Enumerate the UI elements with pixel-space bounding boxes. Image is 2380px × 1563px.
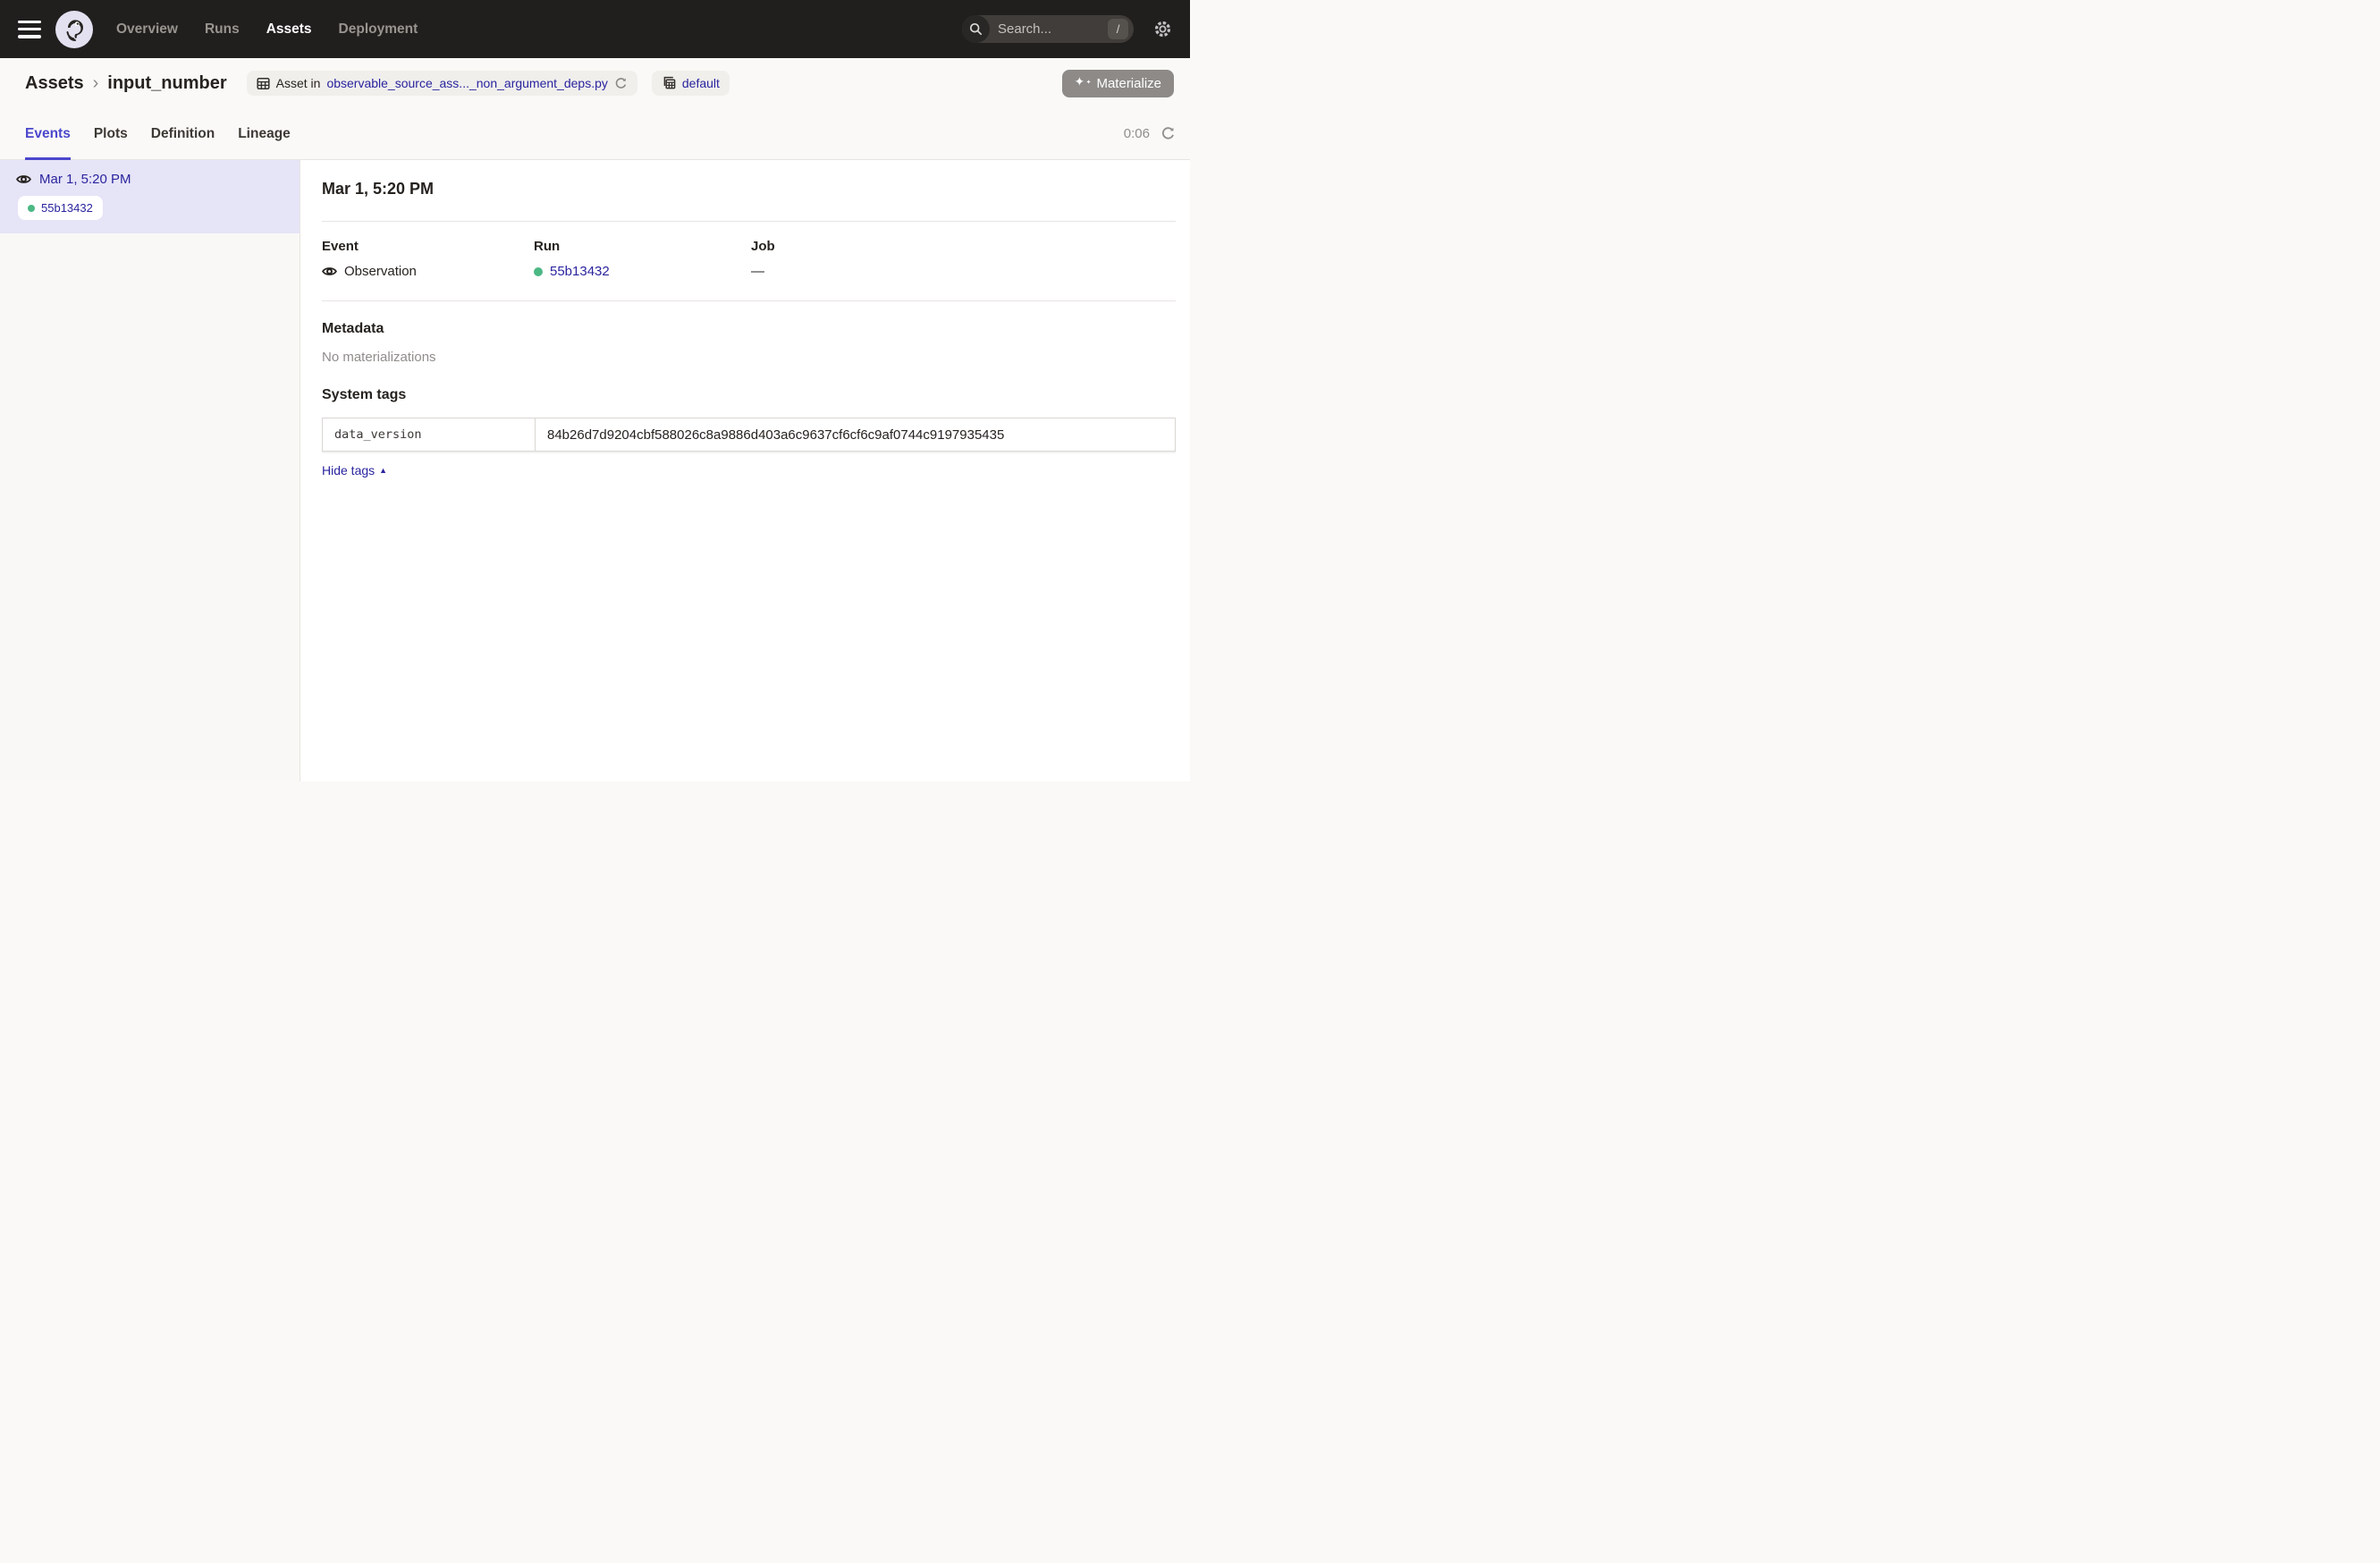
tab-plots[interactable]: Plots [94,108,128,159]
event-list-sidebar: Mar 1, 5:20 PM 55b13432 [0,160,300,782]
refresh-icon [614,77,628,90]
system-tags-table: data_version 84b26d7d9204cbf588026c8a988… [322,418,1176,452]
event-heading: Mar 1, 5:20 PM [322,178,1176,199]
refresh-events-button[interactable] [1160,126,1176,141]
slash-shortcut-key: / [1108,19,1128,39]
observation-eye-icon [16,172,31,187]
chevron-up-icon: ▲ [379,466,387,475]
menu-icon[interactable] [18,21,41,38]
refresh-icon [1160,126,1176,141]
tag-key-cell: data_version [323,418,536,452]
dagster-logo[interactable] [55,11,93,48]
breadcrumb-separator: › [93,73,99,94]
settings-button[interactable] [1153,20,1172,38]
top-nav: Overview Runs Assets Deployment Search..… [0,0,1190,58]
run-status-dot [534,267,543,276]
tab-definition[interactable]: Definition [151,108,215,159]
table-row: data_version 84b26d7d9204cbf588026c8a988… [323,418,1176,452]
event-type-value: Observation [344,264,417,279]
octopus-icon [59,14,89,45]
code-location-badge: default [652,71,730,96]
job-value: — [751,264,764,279]
tag-value-cell: 84b26d7d9204cbf588026c8a9886d403a6c9637c… [536,418,1176,452]
run-status-dot [28,205,35,212]
code-location-icon [662,76,676,90]
breadcrumb-assets-link[interactable]: Assets [25,73,84,94]
reload-definition-button[interactable] [614,77,628,90]
nav-right: Search... / [962,15,1172,43]
code-location-link[interactable]: default [682,76,720,90]
hide-tags-label: Hide tags [322,463,375,477]
run-id-link[interactable]: 55b13432 [550,264,610,279]
tabs-row: Events Plots Definition Lineage 0:06 [0,108,1190,160]
breadcrumb-row: Assets › input_number Asset in observabl… [0,58,1190,108]
materialize-label: Materialize [1096,76,1161,91]
run-column-header: Run [534,238,751,256]
asset-in-label: Asset in [276,76,321,90]
refresh-countdown: 0:06 [1124,126,1150,141]
search-icon [962,15,990,43]
run-id-chip[interactable]: 55b13432 [18,196,103,220]
asset-file-link[interactable]: observable_source_ass..._non_argument_de… [326,76,607,90]
tab-events[interactable]: Events [25,108,71,159]
materialize-button[interactable]: ✦ ✦ Materialize [1062,70,1174,97]
divider [322,300,1176,301]
table-icon [257,77,270,90]
nav-runs[interactable]: Runs [205,21,240,38]
primary-nav: Overview Runs Assets Deployment [116,21,418,38]
event-detail-panel: Mar 1, 5:20 PM Event Observation Run 55b… [300,160,1190,782]
asset-tabs: Events Plots Definition Lineage [25,108,291,159]
nav-assets[interactable]: Assets [266,21,312,38]
metadata-heading: Metadata [322,319,1176,339]
system-tags-heading: System tags [322,385,1176,405]
gear-icon [1153,20,1172,38]
event-summary-columns: Event Observation Run 55b13432 Job [322,238,1176,279]
content-area: Mar 1, 5:20 PM 55b13432 Mar 1, 5:20 PM E… [0,160,1190,782]
observation-eye-icon [322,264,337,279]
tab-lineage[interactable]: Lineage [238,108,291,159]
search-placeholder: Search... [998,21,1108,37]
search-input[interactable]: Search... / [962,15,1134,43]
divider [322,221,1176,222]
job-column-header: Job [751,238,1176,256]
page-title: input_number [107,73,226,94]
nav-overview[interactable]: Overview [116,21,178,38]
hide-tags-link[interactable]: Hide tags ▲ [322,463,387,477]
asset-definition-badge: Asset in observable_source_ass..._non_ar… [247,71,637,96]
metadata-empty-text: No materializations [322,349,1176,367]
event-list-item[interactable]: Mar 1, 5:20 PM 55b13432 [0,160,300,233]
nav-deployment[interactable]: Deployment [339,21,418,38]
event-timestamp-link[interactable]: Mar 1, 5:20 PM [39,172,131,187]
run-id-text: 55b13432 [41,201,93,215]
event-column-header: Event [322,238,534,256]
sparkles-icon: ✦ ✦ [1075,76,1089,90]
